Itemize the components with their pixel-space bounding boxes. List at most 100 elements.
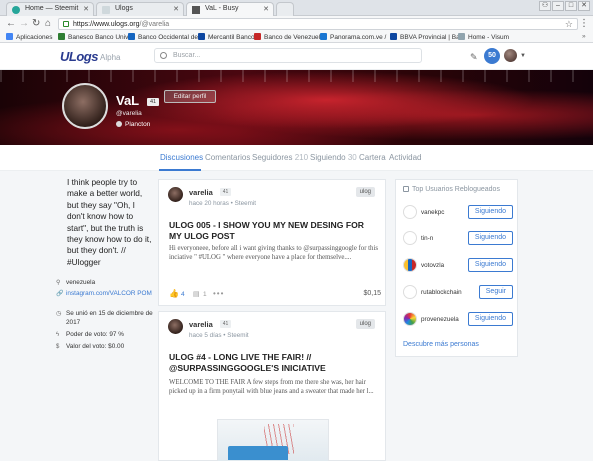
close-tab-icon[interactable]: ✕ bbox=[83, 5, 89, 13]
post-card[interactable]: varelia 41 hace 5 días • Steemit ulog UL… bbox=[158, 311, 386, 461]
user-name[interactable]: tin-n bbox=[421, 235, 433, 242]
tab-comments[interactable]: Comentarios bbox=[205, 153, 250, 162]
edit-profile-button[interactable]: Editar perfil bbox=[164, 90, 216, 103]
bookmark-panorama[interactable]: Panorama.com.ve / bbox=[320, 33, 386, 41]
author-avatar[interactable] bbox=[168, 319, 183, 334]
bookmark-label: Aplicaciones bbox=[16, 34, 53, 41]
dollar-icon: $ bbox=[56, 344, 60, 350]
user-avatar[interactable] bbox=[403, 285, 417, 299]
bookmarks-overflow-icon[interactable]: » bbox=[582, 33, 586, 40]
tab-following[interactable]: Siguiendo 30 bbox=[310, 153, 357, 162]
discover-more-link[interactable]: Descubre más personas bbox=[403, 341, 479, 348]
user-suggestion-row: vanekpc Siguiendo bbox=[403, 204, 513, 222]
user-name[interactable]: vanekpc bbox=[421, 209, 444, 216]
vote-power-row: ϟ Poder de voto: 97 % bbox=[56, 331, 156, 340]
ulogs-logo[interactable]: ULogs bbox=[60, 49, 98, 64]
home-icon[interactable]: ⌂ bbox=[45, 18, 51, 30]
address-bar[interactable]: https://www.ulogs.org/@varelia ☆ bbox=[58, 18, 578, 30]
post-title[interactable]: ULOG #4 - LONG LIVE THE FAIR! // @SURPAS… bbox=[169, 352, 379, 373]
profile-bio: I think people try to make a better worl… bbox=[67, 177, 152, 267]
tab-followers[interactable]: Seguidores 210 bbox=[252, 153, 308, 162]
browser-tab-ulogs[interactable]: Ulogs ✕ bbox=[96, 2, 184, 16]
post-thumbnail[interactable] bbox=[217, 419, 329, 461]
bookmark-star-icon[interactable]: ☆ bbox=[565, 19, 573, 30]
provenezuela-avatar[interactable] bbox=[403, 312, 417, 326]
bookmark-label: BBVA Provincial | Ba bbox=[400, 34, 460, 41]
reload-icon[interactable]: ↻ bbox=[32, 18, 40, 30]
follow-button[interactable]: Seguir bbox=[478, 285, 513, 299]
post-author[interactable]: varelia bbox=[189, 320, 213, 329]
browser-tab-busy[interactable]: VaL - Busy ✕ bbox=[186, 2, 274, 16]
post-tag[interactable]: ulog bbox=[355, 319, 375, 329]
tab-discussions[interactable]: Discusiones bbox=[160, 153, 203, 162]
thumbnail-canopy bbox=[228, 446, 288, 460]
follow-button[interactable]: Siguiendo bbox=[467, 205, 513, 219]
page-favicon-icon bbox=[102, 6, 110, 14]
tab-activity[interactable]: Actividad bbox=[389, 153, 421, 162]
browser-menu-icon[interactable]: ⋮ bbox=[579, 18, 589, 29]
back-arrow-icon[interactable]: ← bbox=[6, 18, 16, 30]
votovzla-avatar[interactable] bbox=[403, 258, 417, 272]
post-author[interactable]: varelia bbox=[189, 188, 213, 197]
chevron-down-icon[interactable]: ▼ bbox=[520, 53, 526, 59]
notifications-badge[interactable]: 50 bbox=[484, 48, 500, 64]
bookmark-apps[interactable]: Aplicaciones bbox=[6, 33, 53, 41]
search-input[interactable]: Buscar... bbox=[154, 48, 422, 63]
close-tab-icon[interactable]: ✕ bbox=[173, 5, 179, 13]
follow-button[interactable]: Siguiendo bbox=[467, 231, 513, 245]
author-avatar[interactable] bbox=[168, 187, 183, 202]
user-suggestion-row: rutablockchain Seguir bbox=[403, 284, 513, 302]
search-placeholder: Buscar... bbox=[173, 52, 201, 59]
more-options-icon[interactable]: ••• bbox=[213, 289, 224, 298]
post-excerpt[interactable]: Hi everyoneee, before all i want giving … bbox=[169, 244, 381, 262]
close-window-icon[interactable]: ✕ bbox=[578, 1, 590, 11]
upvote-icon[interactable]: 👍 bbox=[169, 289, 179, 298]
user-name[interactable]: provenezuela bbox=[421, 316, 459, 323]
profile-icon[interactable]: ⚇ bbox=[539, 1, 551, 11]
browser-tab-steemit[interactable]: Home — Steemit ✕ bbox=[6, 2, 94, 16]
post-title[interactable]: ULOG 005 - I SHOW YOU MY NEW DESING FOR … bbox=[169, 220, 379, 241]
post-payout[interactable]: $0,15 bbox=[363, 290, 381, 297]
user-name[interactable]: votovzla bbox=[421, 262, 444, 269]
follow-button[interactable]: Siguiendo bbox=[467, 312, 513, 326]
bookmark-visum[interactable]: Home - Visum bbox=[458, 33, 509, 41]
post-excerpt[interactable]: WELCOME TO THE FAIR A few steps from me … bbox=[169, 378, 381, 396]
maximize-icon[interactable]: □ bbox=[565, 1, 577, 11]
post-source: Steemit bbox=[227, 332, 249, 339]
author-reputation: 41 bbox=[220, 320, 231, 328]
comment-icon[interactable]: ▤ bbox=[193, 290, 200, 298]
compose-icon[interactable]: ✎ bbox=[470, 52, 478, 63]
tab-wallet[interactable]: Cartera bbox=[359, 153, 386, 162]
bookmark-bdv[interactable]: Banco de Venezuela bbox=[254, 33, 324, 41]
visum-icon bbox=[458, 33, 465, 40]
user-avatar[interactable] bbox=[403, 231, 417, 245]
bbva-icon bbox=[390, 33, 397, 40]
bookmark-occidental[interactable]: Banco Occidental de bbox=[128, 33, 198, 41]
profile-handle: @varelia bbox=[116, 110, 142, 117]
url-text: https://www.ulogs.org/@varelia bbox=[73, 21, 169, 28]
bookmark-label: Mercantil Banco bbox=[208, 34, 255, 41]
new-tab-button[interactable] bbox=[276, 2, 294, 16]
bookmark-bbva[interactable]: BBVA Provincial | Ba bbox=[390, 33, 460, 41]
tab-label: VaL - Busy bbox=[205, 5, 239, 12]
tab-label: Discusiones bbox=[160, 153, 204, 162]
post-card[interactable]: varelia 41 hace 20 horas • Steemit ulog … bbox=[158, 179, 386, 306]
profile-tabs: Discusiones Comentarios Seguidores 210 S… bbox=[0, 145, 593, 171]
bookmarks-bar: Aplicaciones Banesco Banco Unive Banco O… bbox=[0, 32, 593, 43]
tab-label: Home — Steemit bbox=[25, 5, 79, 12]
tab-label: Actividad bbox=[389, 153, 422, 162]
post-tag[interactable]: ulog bbox=[355, 187, 375, 197]
follow-button[interactable]: Siguiendo bbox=[467, 258, 513, 272]
user-avatar[interactable] bbox=[504, 49, 517, 62]
bookmark-banesco[interactable]: Banesco Banco Unive bbox=[58, 33, 132, 41]
rank-text: Plancton bbox=[125, 121, 151, 128]
website-link[interactable]: instagram.com/VALCOR POM bbox=[66, 290, 156, 299]
forward-arrow-icon[interactable]: → bbox=[19, 18, 29, 30]
bookmark-mercantil[interactable]: Mercantil Banco bbox=[198, 33, 255, 41]
vote-count[interactable]: 4 bbox=[181, 291, 185, 298]
close-tab-icon[interactable]: ✕ bbox=[263, 5, 269, 13]
user-avatar[interactable] bbox=[403, 205, 417, 219]
comment-count[interactable]: 1 bbox=[203, 291, 207, 298]
minimize-icon[interactable]: – bbox=[552, 1, 564, 11]
user-name[interactable]: rutablockchain bbox=[421, 289, 462, 296]
